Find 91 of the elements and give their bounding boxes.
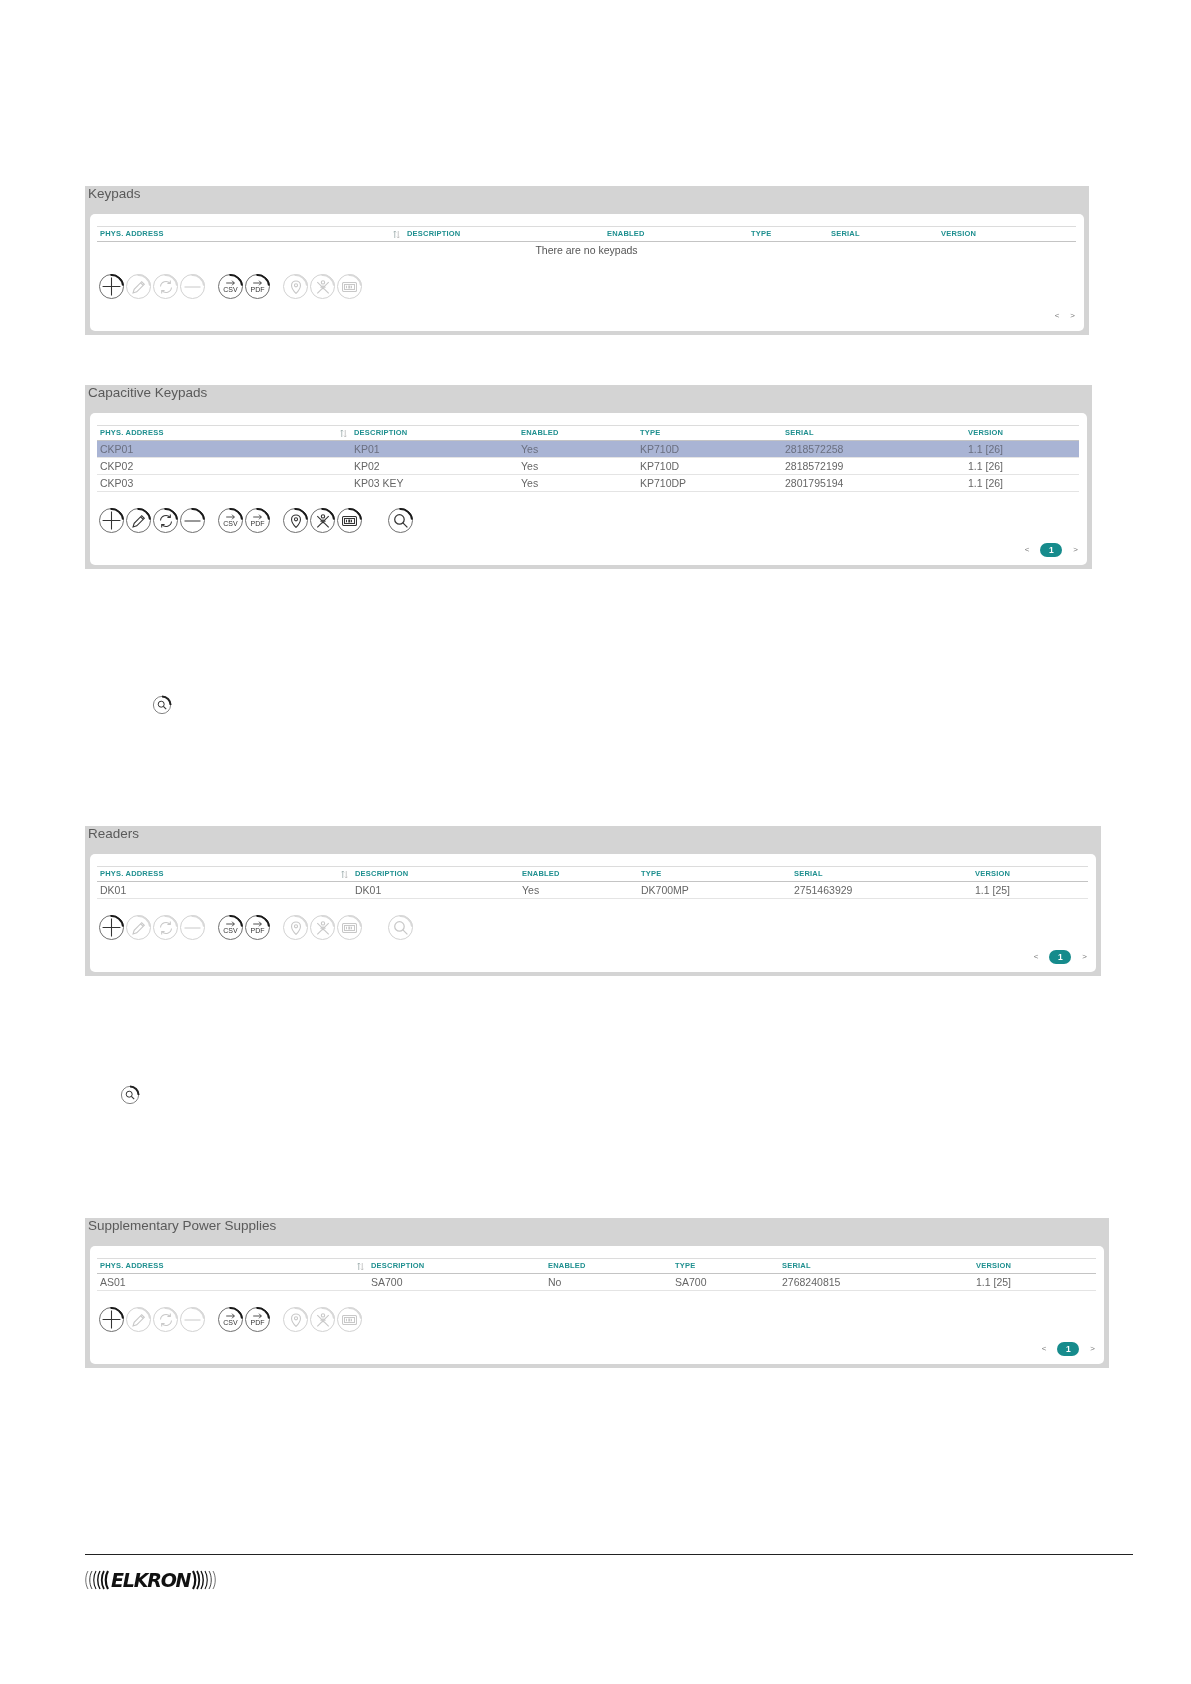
- circular-arrows-icon: [158, 279, 173, 294]
- previous-page-link[interactable]: <: [1054, 311, 1060, 321]
- location-pin-icon: [288, 513, 303, 528]
- table-cell: DK01: [100, 884, 127, 896]
- pencil-icon: [131, 1312, 146, 1327]
- table-cell: Yes: [521, 477, 539, 489]
- table-cell: KP710DP: [640, 477, 687, 489]
- logo-text: ELKRON: [111, 1569, 191, 1591]
- table-cell: Yes: [522, 884, 540, 896]
- table-cell: CKP03: [100, 477, 134, 489]
- table-cell: 1.1 [26]: [968, 477, 1004, 489]
- table-cell: CKP01: [100, 443, 134, 455]
- crossed-figure-icon: [315, 279, 330, 294]
- previous-page-link[interactable]: <: [1041, 1344, 1047, 1354]
- display-icon: [342, 281, 357, 292]
- right-arrow-icon: [225, 1312, 236, 1319]
- pencil-icon: [131, 513, 146, 528]
- table-cell: KP03 KEY: [354, 477, 404, 489]
- display-icon: [342, 515, 357, 526]
- right-arrow-icon: [252, 920, 263, 927]
- next-page-link[interactable]: >: [1090, 1344, 1095, 1354]
- next-page-link[interactable]: >: [1073, 545, 1078, 555]
- page-button[interactable]: 1: [1057, 1342, 1080, 1356]
- table-cell: CKP02: [100, 460, 134, 472]
- table-cell: KP710D: [640, 460, 680, 472]
- panel-title: Keypads: [88, 186, 141, 202]
- circular-arrows-icon: [158, 1312, 173, 1327]
- search-icon: [152, 695, 172, 715]
- plus-icon: [102, 918, 121, 937]
- location-pin-icon: [288, 1312, 303, 1327]
- location-pin-icon: [288, 920, 303, 935]
- location-pin-icon: [288, 279, 303, 294]
- circular-arrows-icon: [158, 920, 173, 935]
- table-cell: 2751463929: [794, 884, 853, 896]
- right-arrow-icon: [225, 920, 236, 927]
- crossed-figure-icon: [315, 513, 330, 528]
- table-cell: 2818572199: [785, 460, 844, 472]
- panel-title: Supplementary Power Supplies: [88, 1218, 277, 1234]
- arc-lines-icon: [85, 1570, 109, 1590]
- next-page-link[interactable]: >: [1070, 311, 1075, 321]
- previous-page-link[interactable]: <: [1033, 952, 1039, 962]
- table-cell: 1.1 [25]: [975, 884, 1011, 896]
- pencil-icon: [131, 279, 146, 294]
- table-cell: SA700: [675, 1276, 707, 1288]
- right-arrow-icon: [252, 279, 263, 286]
- table-cell: 2768240815: [782, 1276, 841, 1288]
- right-arrow-icon: [252, 513, 263, 520]
- arc-lines-icon: [192, 1570, 217, 1590]
- table-cell: DK01: [355, 884, 382, 896]
- next-page-link[interactable]: >: [1082, 952, 1087, 962]
- table-cell: KP01: [354, 443, 380, 455]
- table-row[interactable]: DK01 DK01 Yes DK700MP 2751463929 1.1 [25]: [97, 882, 1088, 899]
- plus-icon: [102, 1310, 121, 1329]
- plus-icon: [102, 277, 121, 296]
- table-cell: Yes: [521, 443, 539, 455]
- table-row[interactable]: CKP03 KP03 KEY Yes KP710DP 2801795194 1.1 [26]: [97, 475, 1079, 492]
- table-cell: 1.1 [25]: [976, 1276, 1012, 1288]
- minus-icon: [183, 519, 202, 522]
- table-cell: 2818572258: [785, 443, 844, 455]
- table-cell: AS01: [100, 1276, 126, 1288]
- search-icon: [393, 513, 408, 528]
- table-cell: No: [548, 1276, 562, 1288]
- display-icon: [342, 1314, 357, 1325]
- table-cell: 2801795194: [785, 477, 844, 489]
- pencil-icon: [131, 920, 146, 935]
- plus-icon: [102, 511, 121, 530]
- table-row[interactable]: AS01 SA700 No SA700 2768240815 1.1 [25]: [97, 1274, 1096, 1291]
- display-icon: [342, 922, 357, 933]
- page-button[interactable]: 1: [1040, 543, 1063, 557]
- table-cell: DK700MP: [641, 884, 689, 896]
- circular-arrows-icon: [158, 513, 173, 528]
- table-cell: KP02: [354, 460, 380, 472]
- right-arrow-icon: [252, 1312, 263, 1319]
- empty-message: There are no keypads: [535, 244, 638, 256]
- crossed-figure-icon: [315, 1312, 330, 1327]
- panel-title: Capacitive Keypads: [88, 385, 208, 401]
- table-cell: Yes: [521, 460, 539, 472]
- search-icon: [120, 1085, 140, 1105]
- right-arrow-icon: [225, 513, 236, 520]
- table-cell: 1.1 [26]: [968, 460, 1004, 472]
- right-arrow-icon: [225, 279, 236, 286]
- table-cell: 1.1 [26]: [968, 443, 1004, 455]
- table-cell: SA700: [371, 1276, 403, 1288]
- panel-title: Readers: [88, 826, 140, 842]
- table-cell: KP710D: [640, 443, 680, 455]
- previous-page-link[interactable]: <: [1024, 545, 1030, 555]
- crossed-figure-icon: [315, 920, 330, 935]
- page-button[interactable]: 1: [1049, 950, 1072, 964]
- search-icon: [393, 920, 408, 935]
- table-row[interactable]: CKP01 KP01 Yes KP710D 2818572258 1.1 [26]: [97, 441, 1079, 458]
- table-row[interactable]: CKP02 KP02 Yes KP710D 2818572199 1.1 [26]: [97, 458, 1079, 475]
